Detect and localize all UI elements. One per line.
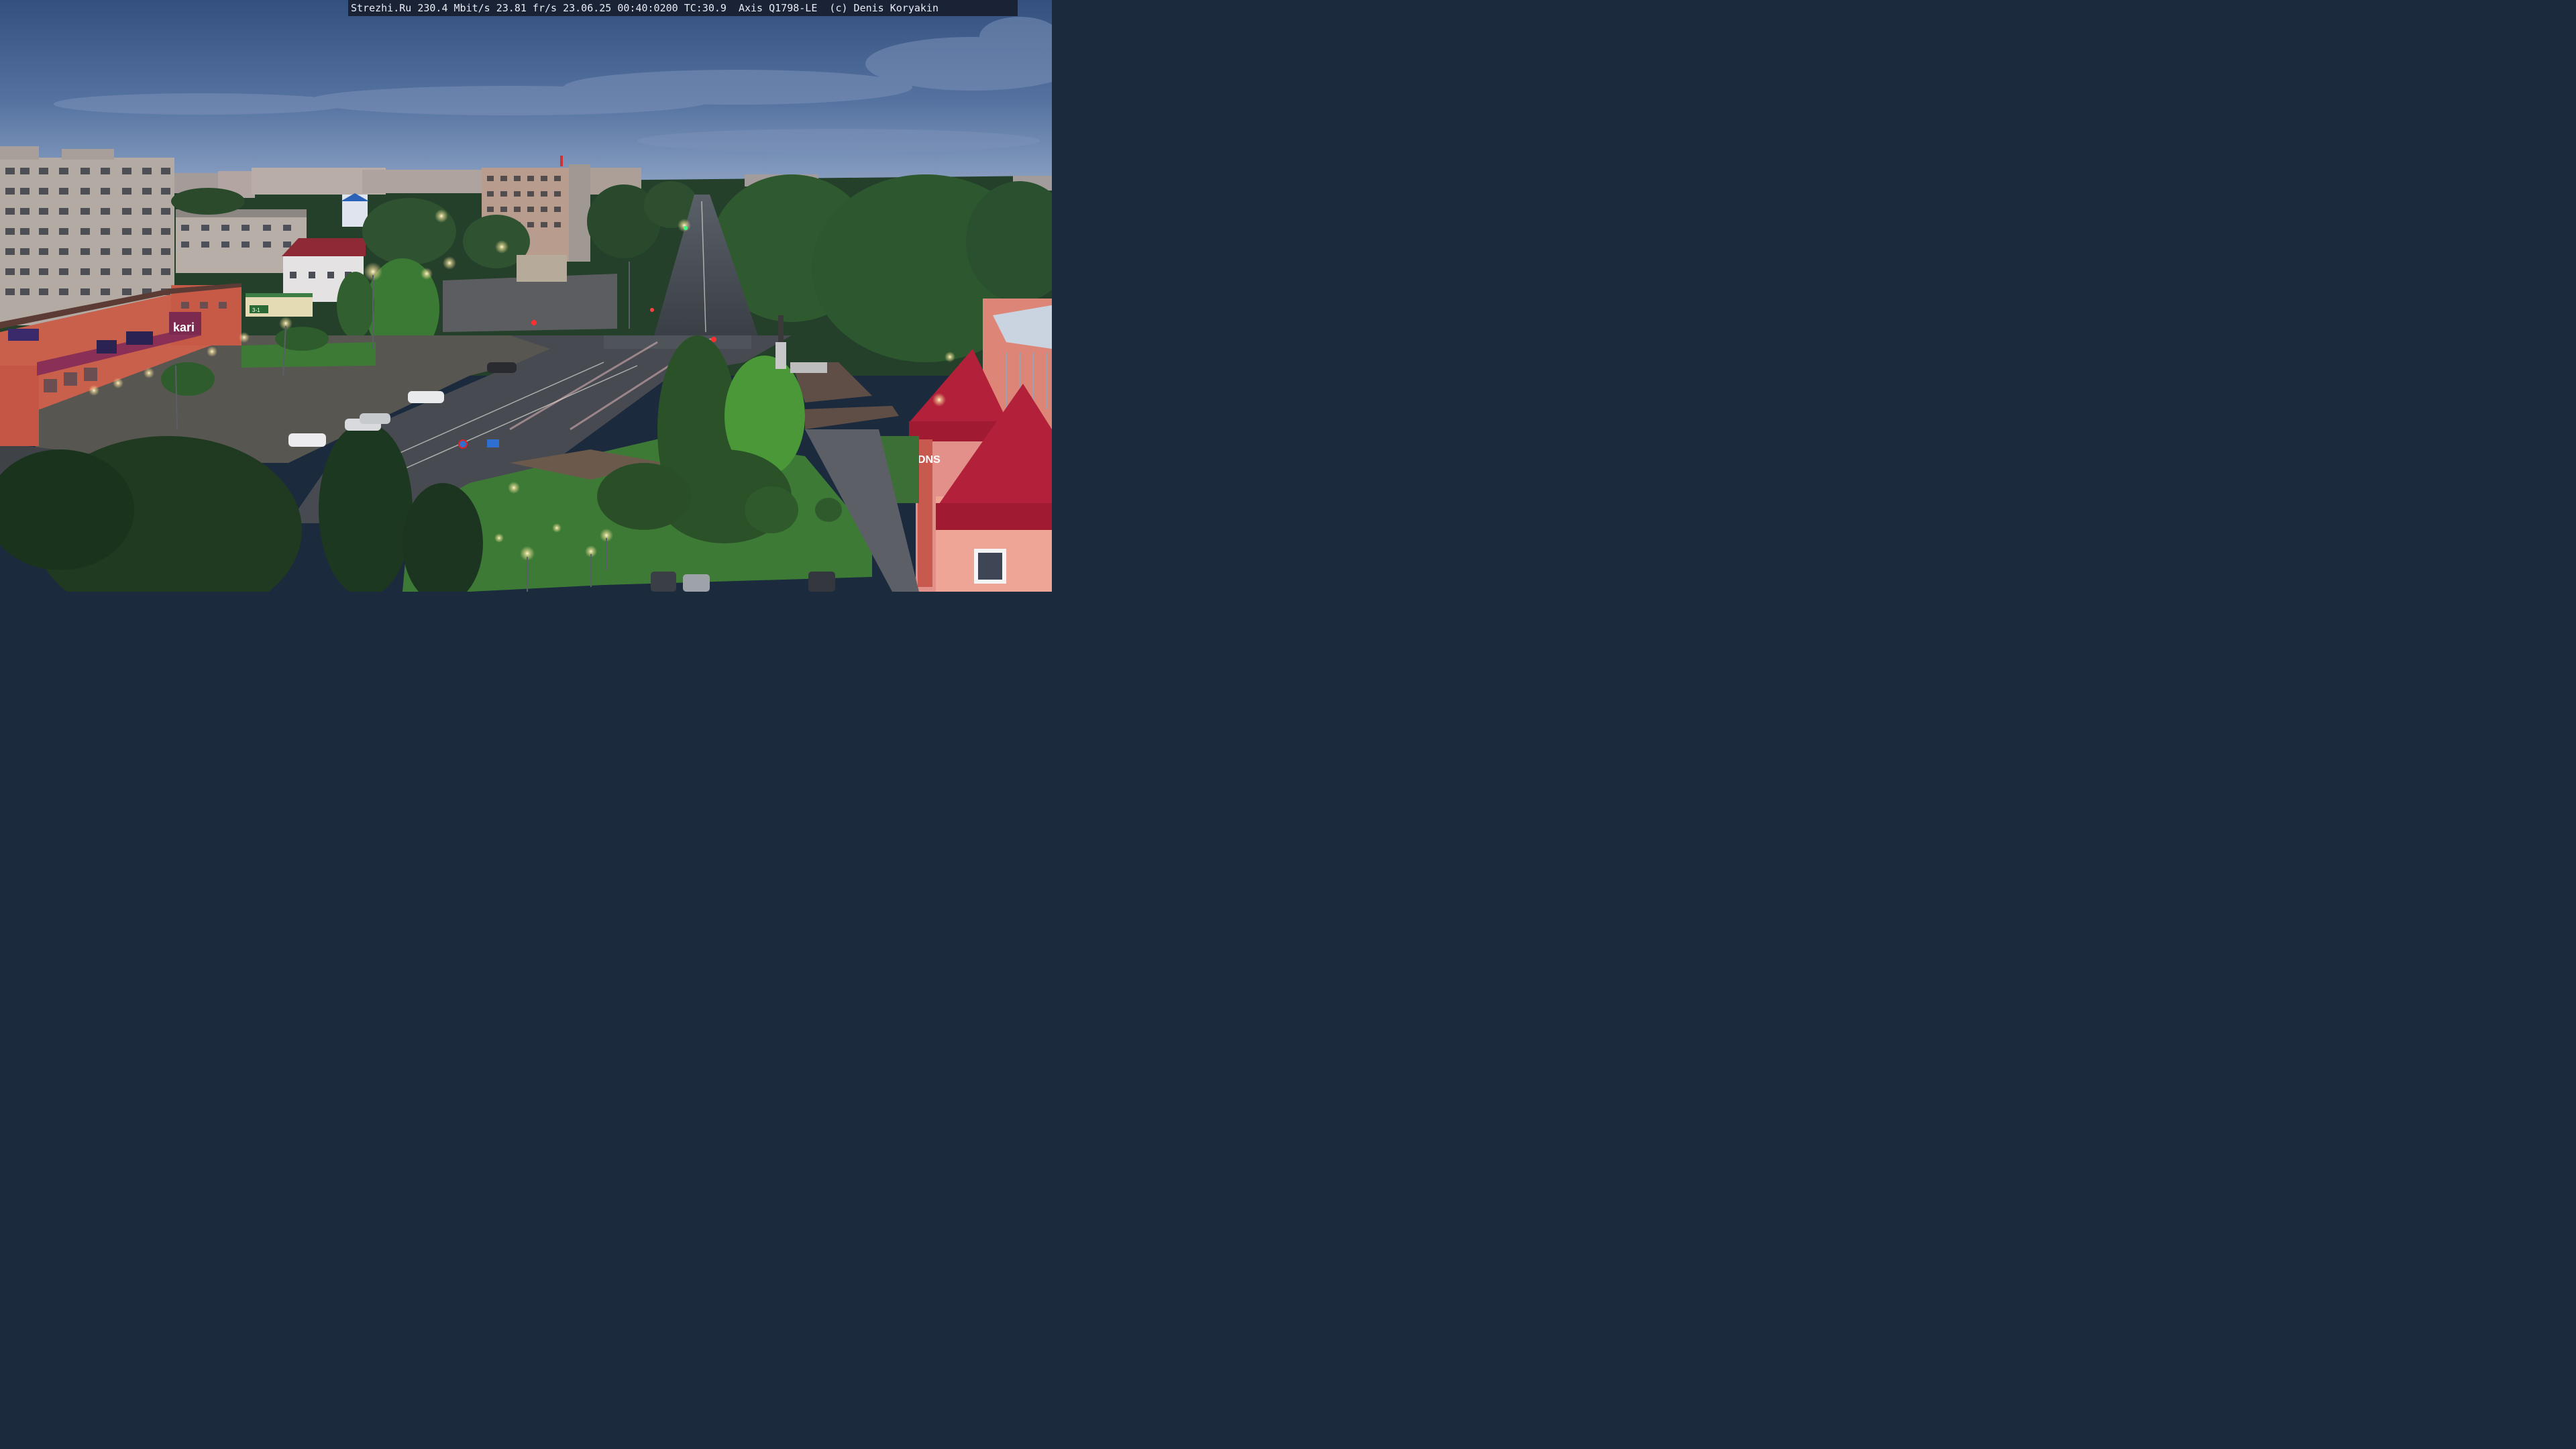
webcam-scene: kari 3-1 DNS [0, 0, 1052, 592]
dns-sign: DNS [918, 454, 941, 466]
shop-number-sign: 3-1 [252, 307, 260, 313]
camera-info-overlay: Strezhi.Ru 230.4 Mbit/s 23.81 fr/s 23.06… [348, 0, 1018, 16]
kari-sign: kari [173, 321, 195, 334]
apartment-block-left [0, 146, 174, 325]
